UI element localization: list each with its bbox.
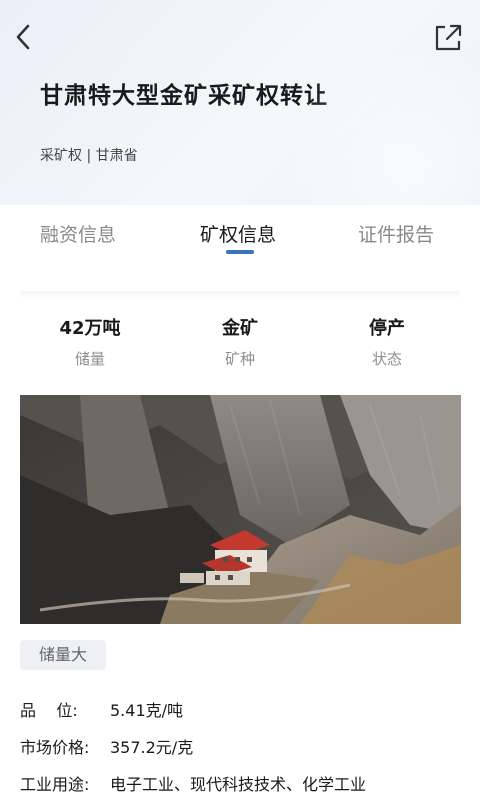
mine-photo — [20, 395, 461, 624]
detail-industrial-use-label: 工业用途: — [20, 775, 90, 794]
stat-status: 停产 状态 — [317, 314, 457, 369]
page-title: 甘肃特大型金矿采矿权转让 — [40, 83, 328, 109]
detail-grade: 品 位: 5.41克/吨 — [20, 697, 183, 721]
detail-industrial-use-value: 电子工业、现代科技技术、化学工业 — [110, 775, 367, 794]
detail-grade-label: 品 位: — [20, 701, 78, 720]
detail-market-price-value: 357.2元/克 — [110, 738, 194, 757]
stat-mineral-type: 金矿 矿种 — [170, 314, 310, 369]
stat-mineral-type-value: 金矿 — [222, 318, 258, 339]
detail-market-price-label: 市场价格: — [20, 738, 90, 757]
active-tab-indicator — [226, 250, 254, 254]
stat-status-label: 状态 — [371, 350, 402, 368]
tab-financing-info[interactable]: 融资信息 — [40, 220, 116, 247]
stat-mineral-type-label: 矿种 — [224, 350, 255, 368]
detail-grade-value: 5.41克/吨 — [110, 701, 184, 720]
share-button[interactable] — [432, 20, 462, 54]
share-external-icon — [435, 24, 462, 51]
tab-bar: 融资信息 矿权信息 证件报告 — [0, 205, 480, 265]
stat-reserves-value: 42万吨 — [59, 318, 121, 339]
header: 甘肃特大型金矿采矿权转让 采矿权 | 甘肃省 — [0, 0, 480, 300]
feature-tag: 储量大 — [20, 640, 106, 670]
section-divider — [20, 291, 460, 299]
page-subtitle: 采矿权 | 甘肃省 — [40, 148, 138, 164]
detail-market-price: 市场价格: 357.2元/克 — [20, 734, 193, 758]
detail-industrial-use: 工业用途: 电子工业、现代科技技术、化学工业 — [20, 771, 366, 795]
stat-status-value: 停产 — [369, 318, 405, 339]
stat-reserves: 42万吨 储量 — [20, 314, 160, 369]
tab-certificate-report[interactable]: 证件报告 — [358, 220, 434, 247]
chevron-left-icon — [16, 24, 30, 50]
stat-reserves-label: 储量 — [74, 350, 105, 368]
tab-mining-rights-info[interactable]: 矿权信息 — [200, 220, 276, 247]
back-button[interactable] — [8, 20, 38, 54]
